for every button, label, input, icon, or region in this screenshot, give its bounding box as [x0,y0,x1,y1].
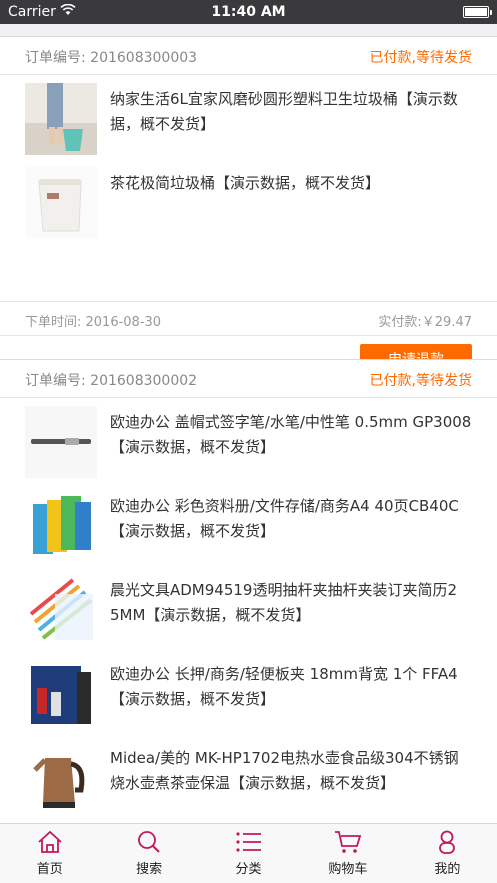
product-image-kettle [25,742,97,814]
order-card: 订单编号: 201608300003 已付款,等待发货 纳家生活6L宜家风磨砂圆… [0,36,497,382]
order-item[interactable]: 晨光文具ADM94519透明抽杆夹抽杆夹装订夹简历2 5MM【演示数据，概不发货… [0,566,497,650]
product-title: 晨光文具ADM94519透明抽杆夹抽杆夹装订夹简历2 5MM【演示数据，概不发货… [110,581,458,624]
tab-search[interactable]: 搜索 [99,824,198,883]
order-item[interactable]: 纳家生活6L宜家风磨砂圆形塑料卫生垃圾桶【演示数据，概不发货】 [0,75,497,159]
tab-label: 我的 [434,862,461,877]
order-status: 已付款,等待发货 [369,50,472,66]
product-title: 欧迪办公 彩色资料册/文件存储/商务A4 40页CB40C【演示数据，概不发货】 [110,497,459,540]
battery-icon [463,6,492,18]
product-image-clip-folders [25,574,97,646]
tab-cart[interactable]: 购物车 [298,824,397,883]
order-header: 订单编号: 201608300002 已付款,等待发货 [0,360,497,398]
order-number: 订单编号: 201608300003 [25,50,198,66]
order-item[interactable]: Midea/美的 MK-HP1702电热水壶食品级304不锈钢烧水壶煮茶壶保温【… [0,734,497,818]
product-title: Midea/美的 MK-HP1702电热水壶食品级304不锈钢烧水壶煮茶壶保温【… [110,749,459,792]
user-icon [439,830,456,854]
order-item[interactable]: 茶花极简垃圾桶【演示数据，概不发货】 [0,159,497,243]
status-bar: Carrier 11:40 AM [0,0,497,24]
home-icon [38,830,62,853]
product-title: 欧迪办公 盖帽式签字笔/水笔/中性笔 0.5mm GP3008【演示数据，概不发… [110,413,472,456]
order-time: 下单时间: 2016-08-30 [25,315,162,330]
tab-mine[interactable]: 我的 [398,824,497,883]
paid-amount: 实付款:￥29.47 [378,315,472,330]
cart-icon [334,831,362,853]
order-footer: 下单时间: 2016-08-30 实付款:￥29.47 [0,301,497,335]
order-status: 已付款,等待发货 [369,373,472,389]
order-header: 订单编号: 201608300003 已付款,等待发货 [0,37,497,75]
clock: 11:40 AM [211,4,286,20]
tab-bar: 首页 搜索 分类 购物车 我的 [0,823,497,883]
search-icon [138,831,160,853]
product-image-trash-can [25,167,97,239]
order-item[interactable]: 欧迪办公 盖帽式签字笔/水笔/中性笔 0.5mm GP3008【演示数据，概不发… [0,398,497,482]
order-item[interactable]: 欧迪办公 彩色资料册/文件存储/商务A4 40页CB40C【演示数据，概不发货】 [0,482,497,566]
order-card: 订单编号: 201608300002 已付款,等待发货 欧迪办公 盖帽式签字笔/… [0,359,497,829]
list-icon [235,832,261,852]
tab-home[interactable]: 首页 [0,824,99,883]
tab-category[interactable]: 分类 [199,824,298,883]
product-image-binder [25,658,97,730]
product-title: 茶花极简垃圾桶【演示数据，概不发货】 [110,174,381,192]
tab-label: 搜索 [136,862,163,877]
product-title: 欧迪办公 长押/商务/轻便板夹 18mm背宽 1个 FFA4【演示数据，概不发货… [110,665,458,708]
tab-label: 首页 [36,862,63,877]
product-image-trash-bin [25,83,97,155]
product-title: 纳家生活6L宜家风磨砂圆形塑料卫生垃圾桶【演示数据，概不发货】 [110,90,458,133]
order-number: 订单编号: 201608300002 [25,373,198,389]
product-image-pen [25,406,97,478]
product-image-folders [25,490,97,562]
tab-label: 分类 [235,862,262,877]
order-item[interactable]: 欧迪办公 长押/商务/轻便板夹 18mm背宽 1个 FFA4【演示数据，概不发货… [0,650,497,734]
tab-label: 购物车 [328,862,368,877]
